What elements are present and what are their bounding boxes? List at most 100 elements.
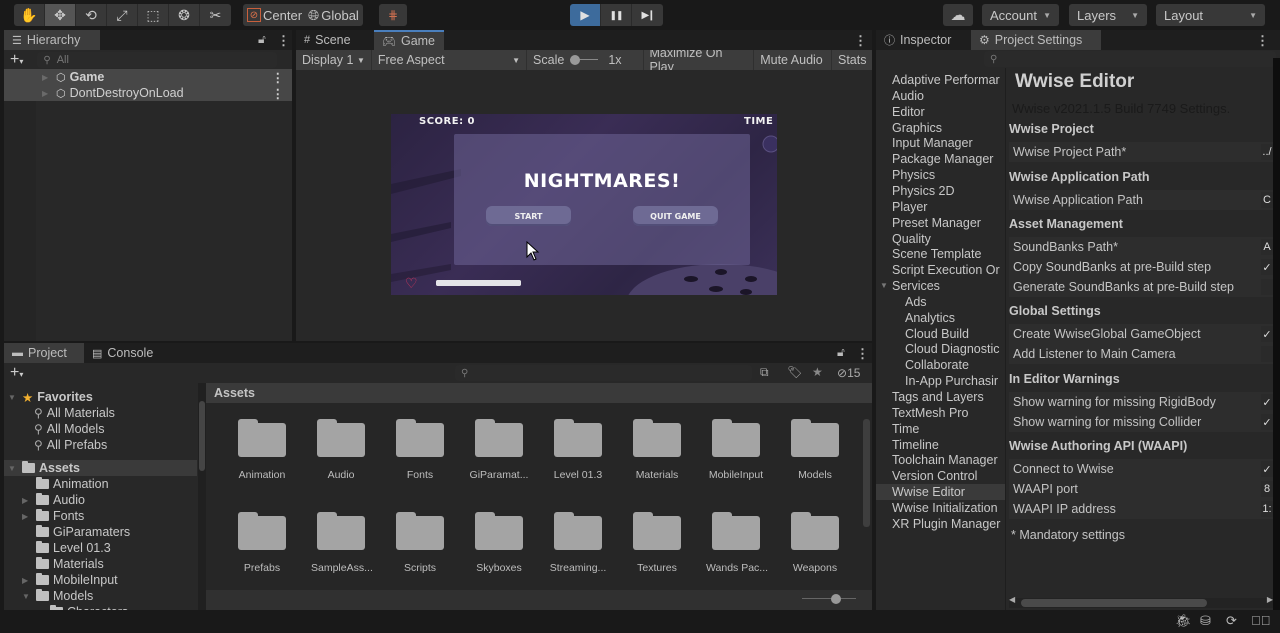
asset-folder[interactable]: Models [785, 419, 845, 481]
settings-category[interactable]: Graphics [892, 120, 1005, 136]
rect-tool-button[interactable]: ⬚ [138, 4, 169, 26]
asset-folder[interactable]: Wands Pac... [706, 512, 768, 574]
search-by-type-icon[interactable]: ⧉ [760, 365, 769, 380]
aspect-dropdown[interactable]: Free Aspect ▼ [372, 50, 528, 70]
settings-h-scrollbar-thumb[interactable] [1021, 599, 1207, 607]
check-circle-icon[interactable]: ✓⃝ [1251, 613, 1271, 628]
grid-snap-button[interactable]: ⋕ [379, 4, 407, 26]
tab-hierarchy[interactable]: ☰ Hierarchy [4, 30, 100, 50]
step-button[interactable]: ▶❙ [632, 4, 663, 26]
settings-category[interactable]: Analytics [905, 310, 1005, 326]
search-by-label-icon[interactable]: 🏷︎ [787, 365, 802, 379]
tree-item[interactable]: Animation [22, 476, 109, 492]
settings-category[interactable]: XR Plugin Manager [892, 516, 1005, 532]
asset-folder[interactable]: Textures [627, 512, 687, 574]
tab-project[interactable]: ▬ Project [4, 343, 84, 363]
expand-arrow-icon[interactable]: ▶ [22, 512, 32, 521]
settings-category[interactable]: Tags and Layers [892, 389, 1005, 405]
setting-value-field[interactable] [1261, 346, 1273, 362]
setting-value-field[interactable]: 1: [1261, 501, 1273, 517]
project-search-input[interactable]: ⚲ [455, 365, 752, 381]
auto-generate-lighting-icon[interactable]: ⟳ [1226, 613, 1237, 629]
expand-arrow-icon[interactable]: ▶ [22, 576, 32, 585]
settings-category[interactable]: Version Control [892, 468, 1005, 484]
cloud-button[interactable]: ☁ [943, 4, 973, 26]
settings-category[interactable]: Adaptive Performar [892, 72, 1005, 88]
settings-category[interactable]: Quality [892, 231, 1005, 247]
layers-dropdown[interactable]: Layers ▼ [1069, 4, 1147, 26]
lock-icon[interactable]: 🔓︎ [258, 32, 266, 47]
breadcrumb-assets[interactable]: Assets [214, 386, 255, 400]
grid-scrollbar-thumb[interactable] [863, 419, 870, 527]
settings-category[interactable]: Script Execution Or [892, 262, 1005, 278]
settings-category[interactable]: Physics 2D [892, 183, 1005, 199]
more-options-icon[interactable]: ⋮ [1256, 33, 1269, 49]
favorites-star-icon[interactable]: ★ [812, 365, 823, 379]
settings-category[interactable]: Preset Manager [892, 215, 1005, 231]
favorite-item[interactable]: ⚲ All Models [34, 421, 104, 437]
tree-item[interactable]: ▶ Fonts [22, 508, 84, 524]
settings-category[interactable]: Scene Template [892, 246, 1005, 262]
settings-category[interactable]: In-App Purchasir [905, 373, 1005, 389]
scale-slider-thumb[interactable] [570, 55, 581, 65]
asset-folder[interactable]: Materials [627, 419, 687, 481]
settings-category[interactable]: Editor [892, 104, 1005, 120]
hierarchy-item[interactable]: ▶ ⬡ Game ⋮ [4, 69, 292, 85]
tab-scene[interactable]: # Scene [296, 30, 374, 50]
lock-icon[interactable]: 🔓︎ [837, 345, 845, 360]
settings-category[interactable]: Physics [892, 167, 1005, 183]
pause-button[interactable]: ❚❚ [601, 4, 632, 26]
asset-folder[interactable]: Weapons [785, 512, 845, 574]
tree-item[interactable]: ▶ MobileInput [22, 572, 118, 588]
cache-server-icon[interactable]: ⛁ [1200, 613, 1211, 629]
icon-size-slider-thumb[interactable] [831, 594, 841, 604]
start-button[interactable]: START [486, 206, 571, 226]
transform-tool-button[interactable]: ❂ [169, 4, 200, 26]
more-options-icon[interactable]: ⋮ [277, 33, 290, 49]
icon-size-slider[interactable] [802, 598, 856, 599]
asset-folder[interactable]: Scripts [390, 512, 450, 574]
setting-value-field[interactable]: ✓ [1261, 461, 1273, 477]
tree-item[interactable]: Materials [22, 556, 104, 572]
setting-value-field[interactable]: ✓ [1261, 326, 1273, 342]
mute-audio-toggle[interactable]: Mute Audio [754, 50, 832, 70]
asset-folder[interactable]: SampleAss... [311, 512, 373, 574]
pivot-mode-button[interactable]: ⊘ Center [247, 8, 302, 23]
asset-folder[interactable]: Streaming... [548, 512, 608, 574]
stats-toggle[interactable]: Stats [832, 50, 872, 70]
settings-category[interactable]: Wwise Initialization [892, 500, 1005, 516]
tab-game[interactable]: 🎮︎ Game [374, 30, 444, 50]
expand-arrow-icon[interactable]: ▼ [8, 464, 18, 473]
hierarchy-search-input[interactable]: ⚲ All [37, 52, 278, 68]
settings-category[interactable]: Time [892, 421, 1005, 437]
expand-arrow-icon[interactable]: ▼ [880, 281, 888, 290]
favorite-item[interactable]: ⚲ All Prefabs [34, 437, 107, 453]
grid-scrollbar[interactable] [861, 403, 872, 590]
more-options-icon[interactable]: ⋮ [854, 33, 867, 49]
scroll-left-icon[interactable]: ◀ [1009, 595, 1015, 604]
display-dropdown[interactable]: Display 1 ▼ [296, 50, 372, 70]
tab-project-settings[interactable]: ⚙ Project Settings [971, 30, 1101, 50]
quit-game-button[interactable]: QUIT GAME [633, 206, 718, 226]
setting-value-field[interactable] [1261, 279, 1273, 295]
rotate-tool-button[interactable]: ⟲ [76, 4, 107, 26]
asset-folder[interactable]: MobileInput [706, 419, 766, 481]
setting-value-field[interactable]: ✓ [1261, 394, 1273, 410]
setting-value-field[interactable]: 8 [1261, 481, 1273, 497]
settings-category[interactable]: Cloud Build [905, 326, 1005, 342]
setting-value-field[interactable]: ✓ [1261, 259, 1273, 275]
settings-category[interactable]: Wwise Editor [892, 484, 1005, 500]
game-viewport[interactable]: SCORE: 0 TIME NIGHTMARES! START QUIT GAM… [391, 114, 777, 295]
settings-category[interactable]: TextMesh Pro [892, 405, 1005, 421]
asset-folder[interactable]: Animation [232, 419, 292, 481]
settings-h-scrollbar[interactable]: ◀ ▶ [1009, 595, 1273, 608]
tab-inspector[interactable]: ⓘ Inspector [876, 30, 971, 50]
tree-item[interactable]: ▼ Models [22, 588, 93, 604]
settings-search-input[interactable]: ⚲ [984, 51, 1276, 67]
scale-slider[interactable] [570, 55, 599, 65]
settings-category[interactable]: Services [892, 278, 1005, 294]
setting-value-field[interactable]: C [1261, 192, 1273, 208]
setting-value-field[interactable]: A [1261, 239, 1273, 255]
asset-folder[interactable]: Audio [311, 419, 371, 481]
expand-arrow-icon[interactable]: ▶ [22, 496, 32, 505]
